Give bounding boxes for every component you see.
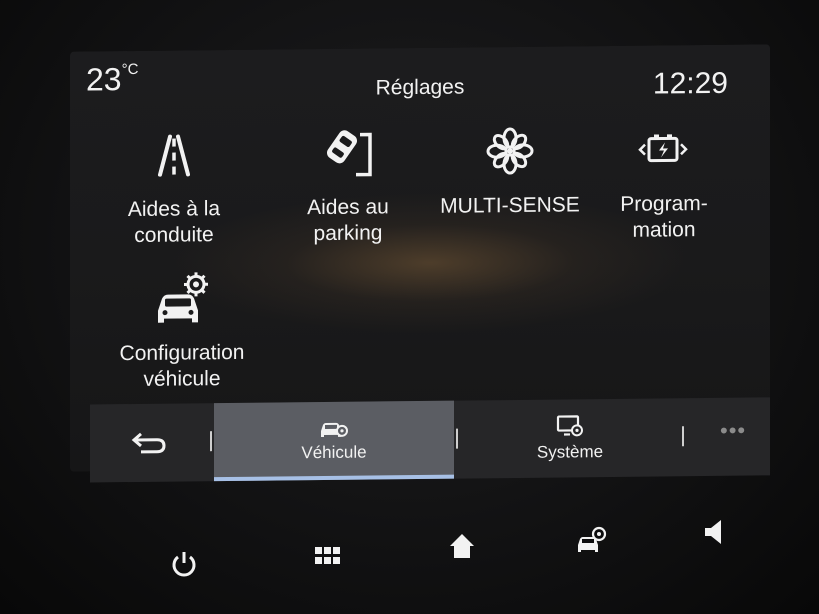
temperature-unit: °C (121, 61, 139, 79)
tile-parking-aids[interactable]: Aides au parking (268, 126, 428, 248)
tab-separator (682, 426, 684, 447)
volume-icon (705, 520, 721, 544)
volume-button[interactable] (684, 502, 744, 562)
tile-multi-sense[interactable]: MULTI-SENSE (430, 124, 590, 220)
tab-label: Système (536, 442, 604, 462)
car-settings-icon (578, 526, 607, 552)
tab-vehicle[interactable]: Véhicule (214, 400, 454, 482)
tile-driving-aids[interactable]: Aides à la conduite (94, 128, 254, 250)
tab-bar: Véhicule Système ••• (90, 397, 770, 483)
home-button[interactable] (432, 516, 492, 576)
tab-separator (210, 431, 212, 452)
tab-label: Véhicule (301, 442, 367, 463)
car-settings-button[interactable] (562, 510, 622, 570)
hardware-button-bar (0, 500, 819, 600)
screen-gear-icon (556, 415, 583, 437)
tile-programmation[interactable]: Program- mation (584, 123, 744, 245)
tab-system[interactable]: Système (460, 398, 680, 478)
clock: 12:29 (652, 66, 728, 101)
home-icon (450, 534, 474, 558)
tile-label: Aides au parking (307, 195, 389, 246)
tab-separator (456, 428, 458, 449)
tile-label: Program- mation (620, 191, 708, 242)
status-bar: 23°C Réglages 12:29 (70, 44, 770, 111)
tile-label: MULTI-SENSE (440, 193, 580, 218)
car-gear-icon (90, 272, 274, 326)
tile-label: Aides à la conduite (127, 197, 221, 247)
apps-button[interactable] (298, 526, 358, 586)
back-button[interactable] (90, 403, 210, 482)
touch-screen: 23°C Réglages 12:29 Aides à la conduite (70, 44, 770, 483)
power-button[interactable] (154, 534, 214, 594)
multi-sense-flower-icon (430, 124, 590, 178)
parking-car-icon (268, 126, 428, 180)
tile-label: Configuration véhicule (119, 340, 245, 391)
battery-charging-icon (584, 123, 744, 177)
power-icon (172, 552, 196, 577)
apps-grid-icon (315, 547, 340, 564)
back-arrow-icon (131, 432, 166, 454)
tile-vehicle-configuration[interactable]: Configuration véhicule (90, 272, 274, 394)
road-lanes-icon (94, 128, 254, 182)
car-gear-icon (321, 422, 348, 438)
more-options-button[interactable]: ••• (720, 418, 746, 444)
